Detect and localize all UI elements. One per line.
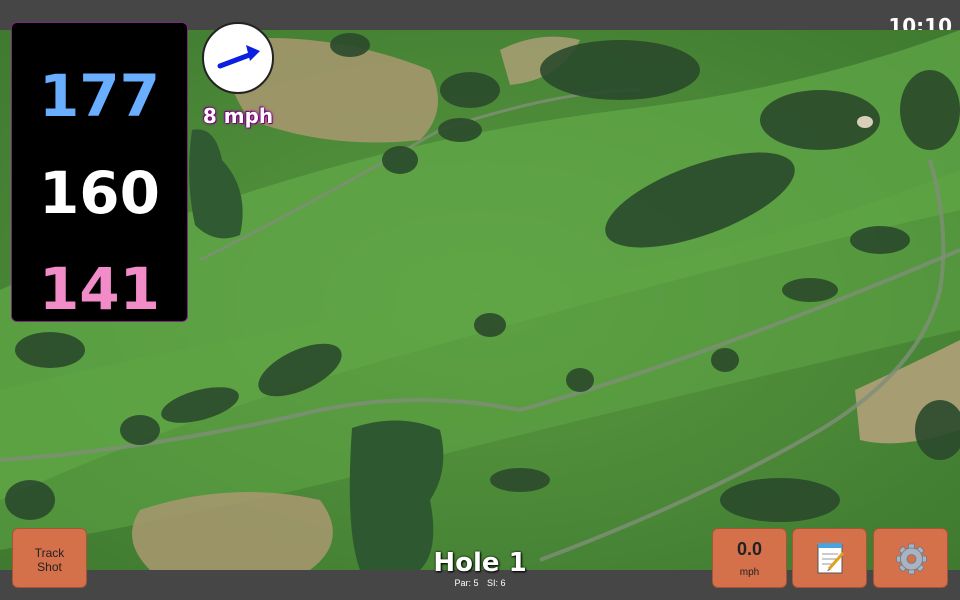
stroke-index-label: SI: 6 [487,578,506,588]
front-distance: 141 [38,255,161,323]
back-distance: 177 [38,62,161,130]
hole-info: Par: 5 SI: 6 [380,578,580,588]
wind-direction-dial [202,22,274,94]
speed-unit: mph [739,567,760,578]
settings-button[interactable] [873,528,948,588]
distance-panel: 177 160 141 [11,22,188,322]
track-shot-label-line2: Shot [37,560,62,574]
hole-title: Hole 1 [433,548,527,578]
wind-speed-label: 8 mph [202,104,274,128]
gear-icon [896,543,927,575]
speed-value: 0.0 [736,539,763,559]
track-shot-label-line1: Track [34,546,65,560]
speed-button[interactable]: 0.0 mph [712,528,787,588]
track-shot-button[interactable]: Track Shot [12,528,87,588]
par-label: Par: 5 [454,578,479,588]
scorecard-notes-button[interactable] [792,528,867,588]
notepad-icon [817,543,845,574]
wind-arrow-icon [217,45,260,69]
center-distance: 160 [38,159,161,227]
